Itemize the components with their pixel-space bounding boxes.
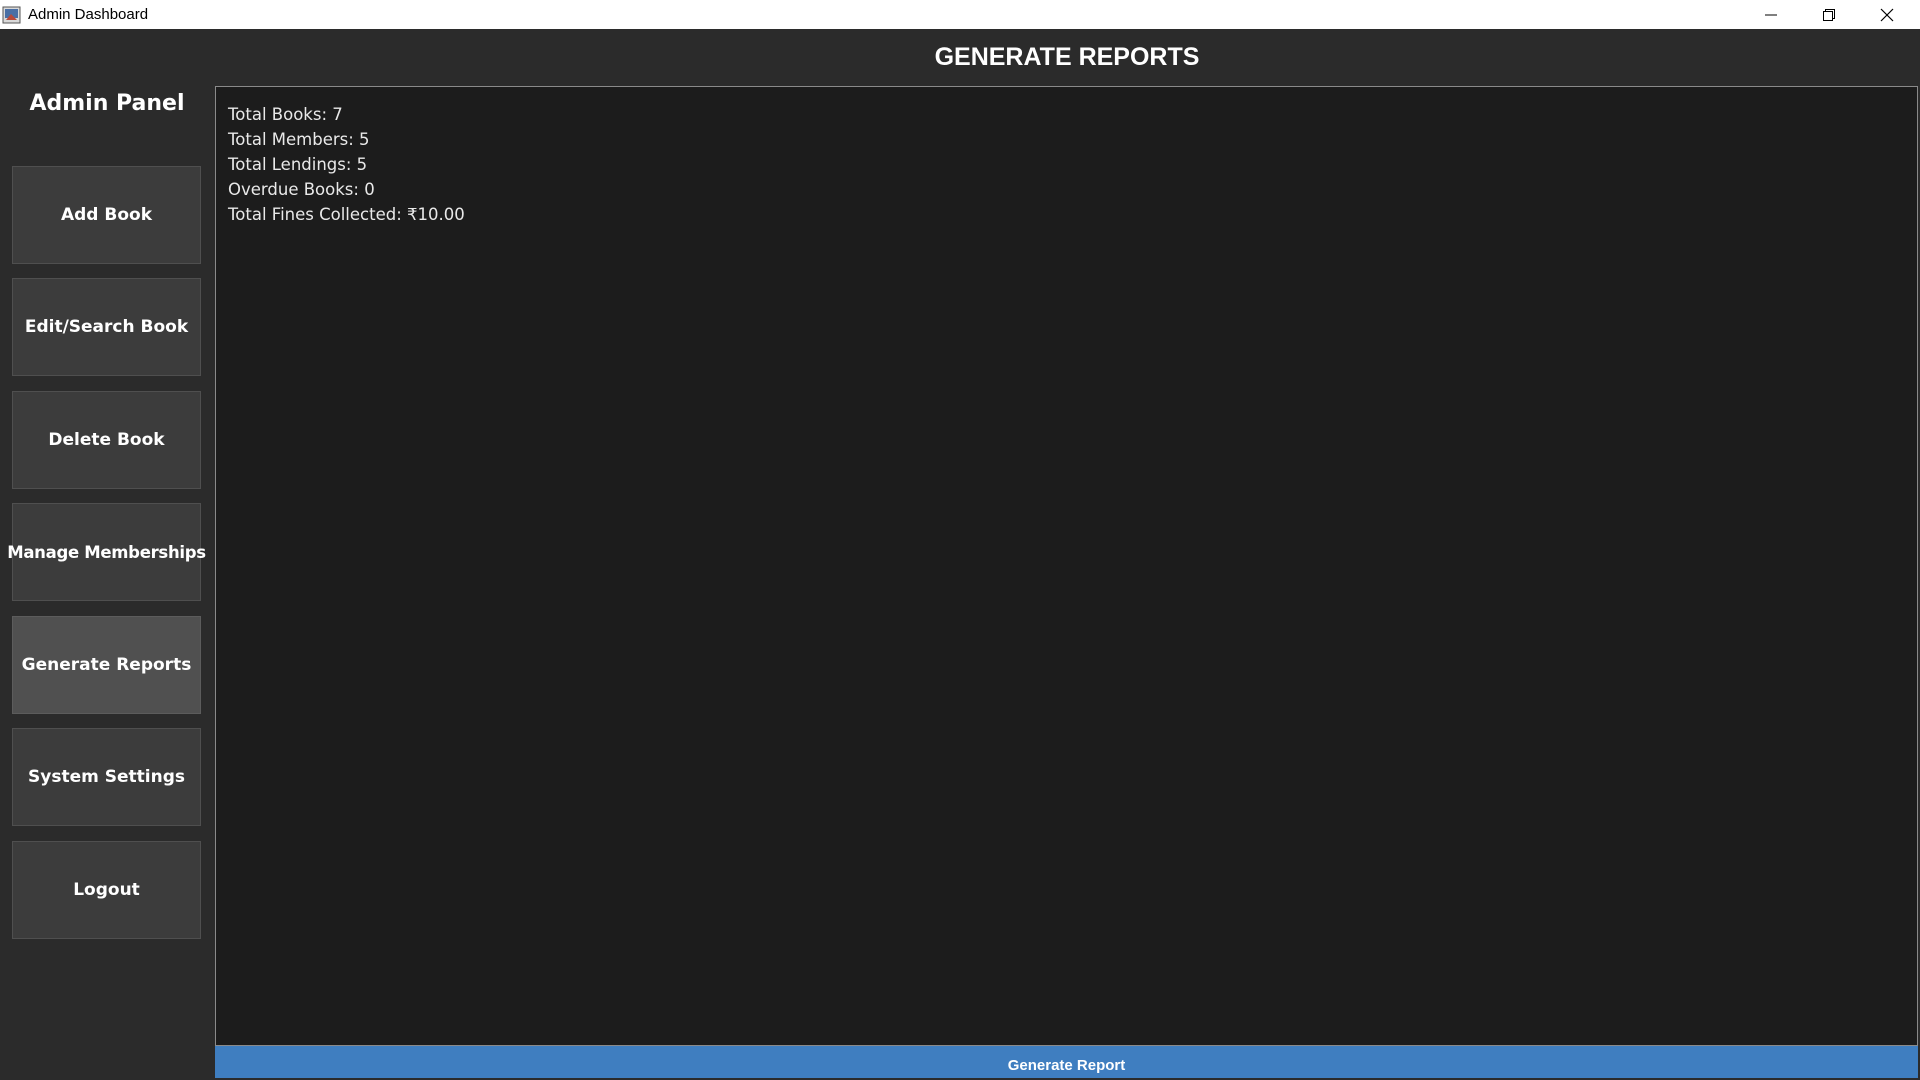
delete-book-label: Delete Book bbox=[48, 430, 165, 450]
manage-memberships-button[interactable]: Manage Memberships bbox=[7, 503, 206, 601]
generate-reports-button[interactable]: Generate Reports bbox=[12, 616, 201, 714]
report-line-total-members: Total Members: 5 bbox=[228, 130, 370, 149]
minimize-icon bbox=[1764, 8, 1778, 22]
delete-book-button[interactable]: Delete Book bbox=[12, 391, 201, 489]
panel-title: Admin Panel bbox=[29, 91, 185, 116]
page-title: GENERATE REPORTS bbox=[934, 43, 1200, 71]
close-button[interactable] bbox=[1858, 0, 1916, 29]
edit-search-book-button[interactable]: Edit/Search Book bbox=[12, 278, 201, 376]
minimize-button[interactable] bbox=[1742, 0, 1800, 29]
restore-button[interactable] bbox=[1800, 0, 1858, 29]
report-line-total-lendings: Total Lendings: 5 bbox=[228, 155, 368, 174]
system-settings-button[interactable]: System Settings bbox=[12, 728, 201, 826]
admin-dashboard-window: Admin Dashboard Admin Panel Add Book Edi… bbox=[0, 0, 1920, 1080]
restore-icon bbox=[1822, 8, 1836, 22]
report-line-total-books: Total Books: 7 bbox=[228, 105, 343, 124]
generate-report-label: Generate Report bbox=[1007, 1056, 1126, 1074]
generate-reports-label: Generate Reports bbox=[21, 655, 192, 675]
close-icon bbox=[1880, 8, 1894, 22]
manage-memberships-label: Manage Memberships bbox=[7, 542, 206, 562]
add-book-label: Add Book bbox=[60, 205, 153, 225]
sidebar: Admin Panel Add Book Edit/Search Book De… bbox=[0, 29, 214, 1080]
window-title: Admin Dashboard bbox=[28, 6, 149, 23]
java-app-icon bbox=[2, 5, 22, 25]
add-book-button[interactable]: Add Book bbox=[12, 166, 201, 264]
report-line-overdue-books: Overdue Books: 0 bbox=[228, 180, 375, 199]
logout-button[interactable]: Logout bbox=[12, 841, 201, 939]
logout-label: Logout bbox=[73, 880, 140, 900]
report-line-total-fines: Total Fines Collected: ₹10.00 bbox=[228, 205, 465, 224]
edit-search-book-label: Edit/Search Book bbox=[24, 317, 189, 337]
report-text-area[interactable]: Total Books: 7 Total Members: 5 Total Le… bbox=[215, 86, 1918, 1046]
generate-report-button[interactable]: Generate Report bbox=[215, 1046, 1918, 1078]
system-settings-label: System Settings bbox=[28, 767, 185, 787]
title-bar: Admin Dashboard bbox=[0, 0, 1920, 29]
